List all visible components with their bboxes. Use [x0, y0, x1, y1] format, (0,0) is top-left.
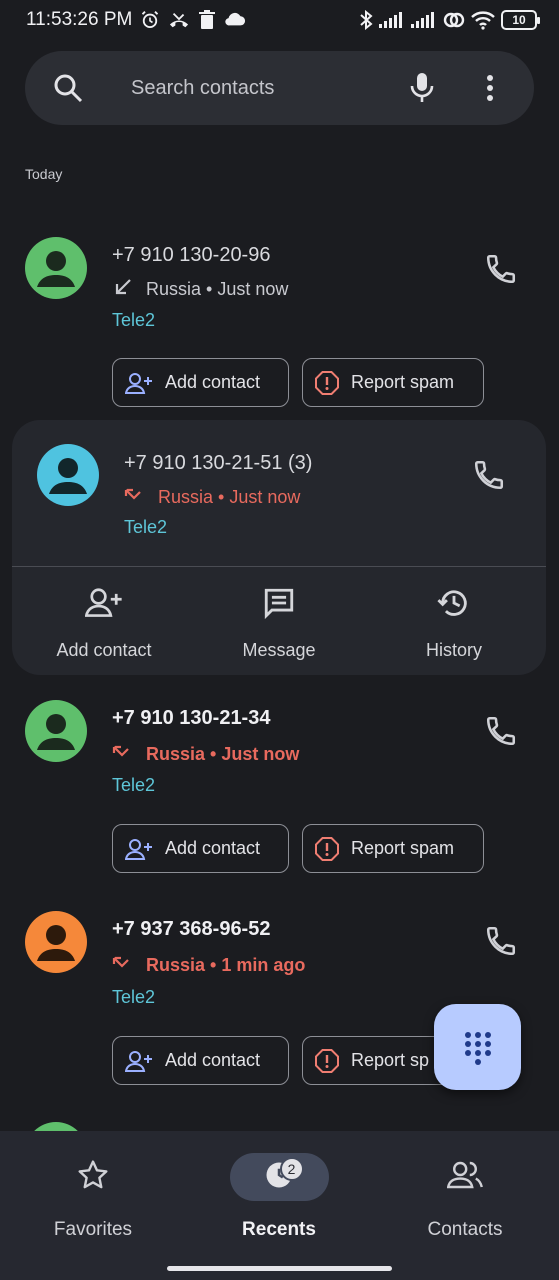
call-back-icon[interactable] — [484, 714, 518, 753]
message-action[interactable]: Message — [209, 586, 349, 661]
phone-number: +7 937 368-96-52 — [112, 918, 271, 940]
home-indicator[interactable] — [167, 1266, 392, 1271]
battery-icon: 10 — [501, 10, 540, 30]
avatar — [25, 911, 87, 973]
recents-badge: 2 — [279, 1157, 304, 1181]
call-back-icon[interactable] — [484, 924, 518, 963]
report-spam-label: Report spam — [351, 838, 455, 858]
missed-call-icon — [112, 953, 136, 978]
add-person-icon — [125, 1050, 153, 1072]
report-icon — [315, 1048, 339, 1073]
cloud-icon — [224, 10, 246, 30]
call-detail: Russia • Just now — [112, 277, 288, 302]
bottom-navigation: Favorites 2 Recents Contacts — [0, 1131, 559, 1280]
signal-icon — [379, 11, 405, 29]
avatar — [37, 444, 99, 506]
contacts-icon — [446, 1160, 483, 1195]
search-input[interactable]: Search contacts — [131, 77, 274, 100]
search-bar[interactable]: Search contacts — [25, 51, 534, 125]
report-icon — [315, 836, 339, 861]
microphone-icon[interactable] — [409, 72, 435, 109]
call-back-icon[interactable] — [472, 458, 506, 497]
add-contact-action[interactable]: Add contact — [34, 586, 174, 661]
battery-level: 10 — [512, 13, 526, 27]
outgoing-call-icon — [112, 277, 136, 302]
nav-recents-indicator: 2 — [229, 1153, 329, 1201]
call-detail-text: Russia • 1 min ago — [146, 955, 306, 975]
avatar — [25, 700, 87, 762]
add-contact-button[interactable]: Add contact — [112, 358, 289, 407]
call-detail-text: Russia • Just now — [146, 744, 300, 764]
nav-recents[interactable]: 2 Recents — [199, 1149, 359, 1241]
call-detail: Russia • Just now — [124, 485, 300, 510]
status-bar: 11:53:26 PM 10 — [0, 0, 559, 42]
call-entry[interactable]: +7 910 130-21-34 Russia • Just now Tele2… — [0, 690, 559, 880]
avatar — [25, 237, 87, 299]
missed-call-icon — [168, 10, 190, 30]
add-person-icon — [125, 372, 153, 394]
carrier-label: Tele2 — [112, 310, 156, 330]
add-contact-button[interactable]: Add contact — [112, 824, 289, 873]
call-entry[interactable]: +7 910 130-20-96 Russia • Just now Tele2… — [0, 230, 559, 410]
call-detail-text: Russia • Just now — [158, 487, 301, 507]
call-detail-text: Russia • Just now — [146, 279, 289, 299]
dialpad-button[interactable] — [434, 1004, 521, 1090]
missed-call-icon — [112, 742, 136, 767]
add-contact-label: Add contact — [165, 372, 261, 392]
report-spam-label: Report spam — [351, 372, 455, 392]
report-spam-button[interactable]: Report spam — [302, 358, 484, 407]
hotspot-icon — [443, 10, 465, 30]
status-time: 11:53:26 PM — [26, 9, 133, 30]
add-contact-button[interactable]: Add contact — [112, 1036, 289, 1085]
report-spam-button[interactable]: Report spam — [302, 824, 484, 873]
add-contact-label: Add contact — [165, 838, 261, 858]
nav-recents-label: Recents — [242, 1219, 316, 1240]
phone-number: +7 910 130-21-34 — [112, 707, 271, 729]
missed-call-icon — [124, 485, 148, 510]
signal-icon — [411, 11, 437, 29]
nav-favorites[interactable]: Favorites — [13, 1149, 173, 1241]
message-action-label: Message — [242, 640, 316, 660]
expanded-call-entry[interactable]: +7 910 130-21-51 (3) Russia • Just now T… — [12, 420, 546, 675]
nav-contacts-label: Contacts — [427, 1219, 503, 1240]
carrier-label: Tele2 — [124, 517, 168, 537]
report-spam-label: Report sp — [351, 1050, 430, 1070]
report-icon — [315, 370, 339, 395]
add-person-icon — [34, 586, 174, 626]
trash-icon — [198, 10, 216, 30]
call-back-icon[interactable] — [484, 252, 518, 291]
nav-favorites-label: Favorites — [53, 1219, 133, 1240]
add-contact-action-label: Add contact — [56, 640, 152, 660]
history-action-label: History — [425, 640, 482, 660]
wifi-icon — [471, 10, 495, 30]
message-icon — [209, 586, 349, 626]
bluetooth-icon — [359, 10, 373, 30]
history-icon — [384, 586, 524, 626]
phone-number: +7 910 130-21-51 (3) — [124, 452, 313, 474]
carrier-label: Tele2 — [112, 987, 156, 1007]
phone-number: +7 910 130-20-96 — [112, 244, 271, 266]
history-action[interactable]: History — [384, 586, 524, 661]
call-detail: Russia • 1 min ago — [112, 953, 305, 978]
star-icon — [77, 1159, 109, 1196]
section-header-today: Today — [25, 166, 63, 182]
more-options-icon[interactable] — [483, 73, 497, 108]
divider — [12, 566, 546, 567]
add-contact-label: Add contact — [165, 1050, 261, 1070]
nav-contacts[interactable]: Contacts — [385, 1149, 545, 1241]
carrier-label: Tele2 — [112, 775, 156, 795]
call-detail: Russia • Just now — [112, 742, 299, 767]
search-icon — [53, 73, 83, 108]
alarm-icon — [140, 10, 160, 30]
add-person-icon — [125, 838, 153, 860]
